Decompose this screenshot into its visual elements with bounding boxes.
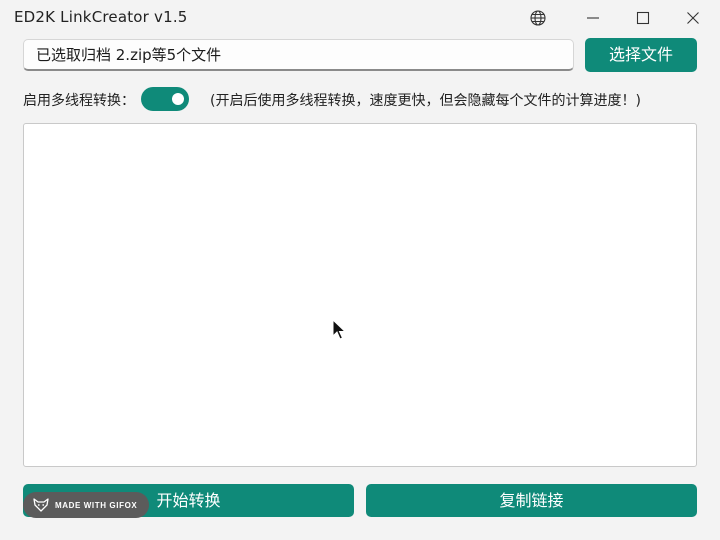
multithread-label: 启用多线程转换： [23, 90, 135, 110]
title-bar: ED2K LinkCreator v1.5 [0, 0, 720, 36]
multithread-toggle[interactable] [141, 87, 189, 111]
language-button[interactable] [523, 6, 553, 30]
minimize-button[interactable] [578, 6, 608, 30]
minimize-icon [586, 11, 600, 25]
copy-links-button[interactable]: 复制链接 [366, 484, 697, 517]
output-links-area[interactable] [23, 123, 697, 467]
close-icon [686, 11, 700, 25]
app-title: ED2K LinkCreator v1.5 [14, 8, 188, 26]
globe-icon [530, 10, 546, 26]
toggle-knob [172, 93, 184, 105]
select-files-button[interactable]: 选择文件 [585, 38, 697, 72]
mouse-cursor-icon [332, 319, 346, 341]
gifox-watermark: MADE WITH GIFOX [23, 492, 149, 518]
watermark-text: MADE WITH GIFOX [55, 501, 137, 510]
maximize-icon [636, 11, 650, 25]
close-button[interactable] [678, 6, 708, 30]
multithread-hint: (开启后使用多线程转换，速度更快，但会隐藏每个文件的计算进度！) [210, 90, 641, 110]
maximize-button[interactable] [628, 6, 658, 30]
selected-files-field[interactable]: 已选取归档 2.zip等5个文件 [23, 39, 574, 71]
fox-icon [33, 498, 49, 512]
